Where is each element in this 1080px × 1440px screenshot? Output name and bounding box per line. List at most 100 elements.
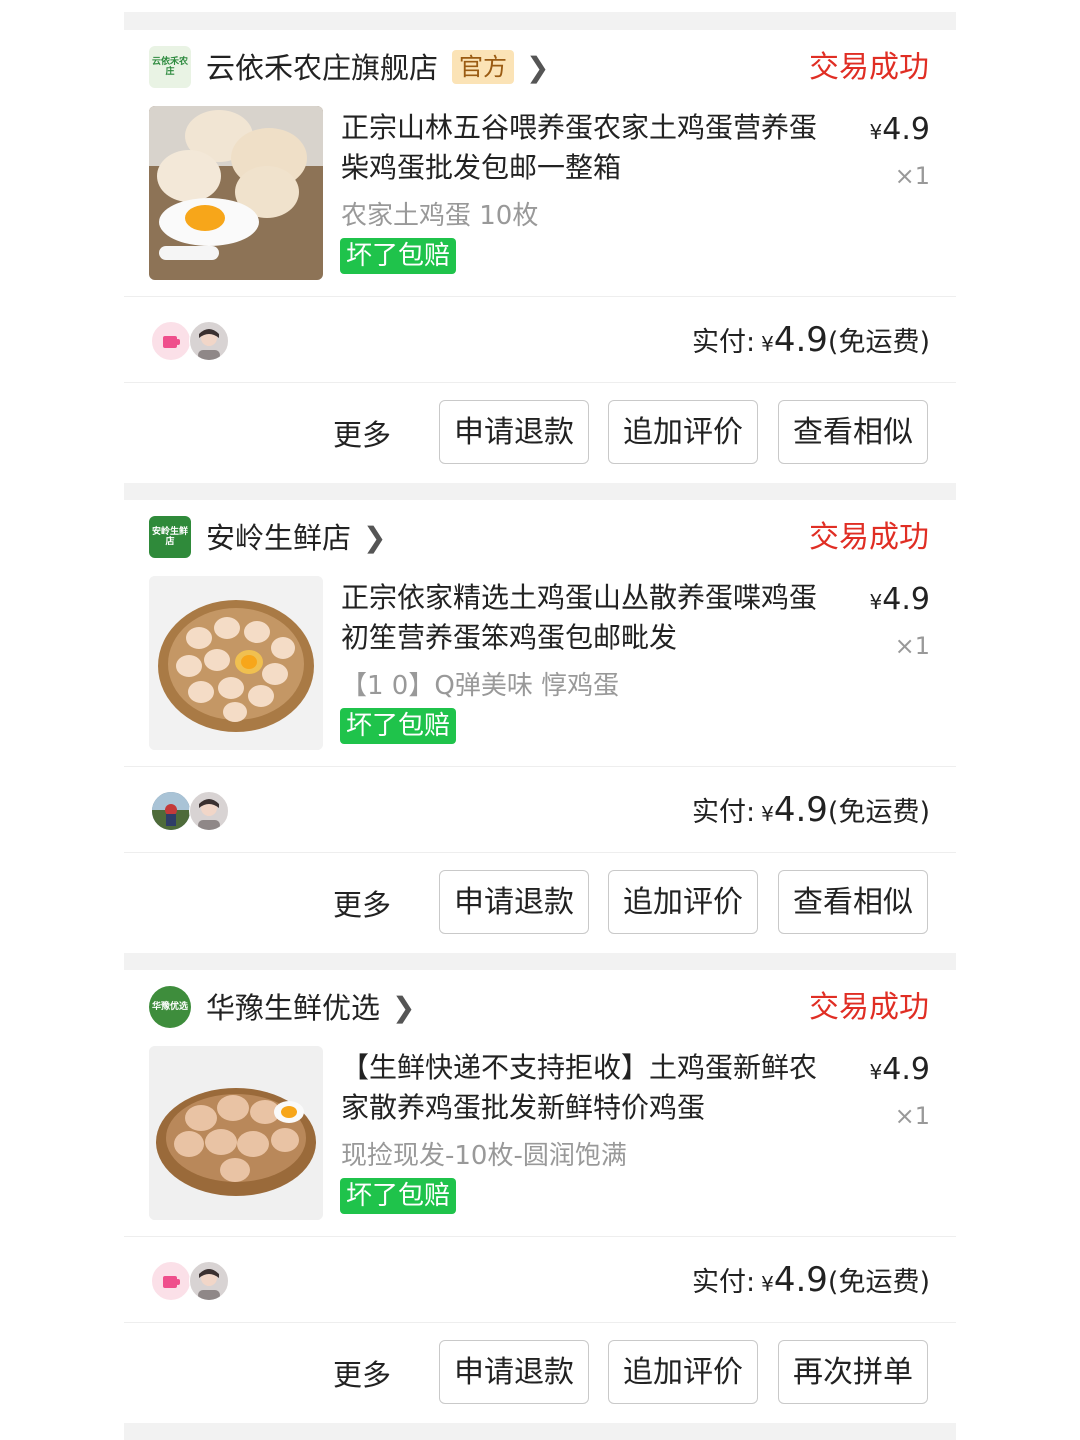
divider [124,852,956,853]
shop-name-link[interactable]: 华豫生鲜优选 ❯ [206,988,415,1028]
product-title[interactable]: 【生鲜快递不支持拒收】土鸡蛋新鲜农家散养鸡蛋批发新鲜特价鸡蛋 [341,1048,841,1128]
avatar [151,1261,191,1301]
group-avatars [151,791,231,831]
chevron-right-icon: ❯ [392,991,416,1024]
product-image[interactable] [149,576,323,750]
shop-logo-text: 安岭生鲜店 [151,527,188,547]
shop-header[interactable]: 云依禾农庄 云依禾农庄旗舰店 官方 ❯ 交易成功 [149,46,931,90]
section-gap [124,483,956,500]
user-avatar-icon [198,799,220,830]
chevron-right-icon: ❯ [526,51,550,84]
action-bar: 更多 申请退款 追加评价 查看相似 [124,870,956,936]
order-status: 交易成功 [809,50,929,85]
shipping-note: (免运费) [827,327,930,358]
unit-price: ¥4.9 [870,1052,930,1087]
paid-amount: 实付: ¥4.9(免运费) [692,316,930,368]
action-bar: 更多 申请退款 追加评价 查看相似 [124,400,956,466]
shop-logo-text: 华豫优选 [151,1002,188,1012]
product-title[interactable]: 正宗山林五谷喂养蛋农家土鸡蛋营养蛋柴鸡蛋批发包邮一整箱 [341,108,841,188]
divider [124,766,956,767]
unit-price: ¥4.9 [870,112,930,147]
refund-button[interactable]: 申请退款 [439,400,589,464]
paid-label: 实付: [692,797,756,828]
eggs-on-sack-image [149,106,323,280]
paid-value: 4.9 [773,320,828,360]
product-spec: 现捡现发-10枚-圆润饱满 [341,1141,627,1171]
shop-header[interactable]: 华豫优选 华豫生鲜优选 ❯ 交易成功 [149,986,931,1030]
user-avatar-icon [198,329,220,360]
more-button[interactable]: 更多 [333,882,391,924]
refund-button[interactable]: 申请退款 [439,1340,589,1404]
price-value: 4.9 [882,582,930,617]
product-spec: 农家土鸡蛋 10枚 [341,201,539,231]
user-avatar-icon [152,792,190,830]
product-title[interactable]: 正宗依家精选土鸡蛋山丛散养蛋喋鸡蛋初笙营养蛋笨鸡蛋包邮毗发 [341,578,841,658]
section-gap [124,953,956,970]
group-avatars [151,321,231,361]
view-similar-button[interactable]: 查看相似 [778,870,928,934]
shop-logo-text: 云依禾农庄 [151,57,188,77]
guarantee-badge: 坏了包赔 [340,1178,457,1214]
divider [124,296,956,297]
refund-button[interactable]: 申请退款 [439,870,589,934]
section-gap [124,12,956,30]
order-card[interactable]: 华豫优选 华豫生鲜优选 ❯ 交易成功 【生鲜快递不支持拒收】土鸡蛋新鲜农家散养鸡… [124,970,956,1440]
paid-amount: 实付: ¥4.9(免运费) [692,1256,930,1308]
shipping-note: (免运费) [827,797,930,828]
group-avatars [151,1261,231,1301]
paid-value: 4.9 [773,790,828,830]
order-status: 交易成功 [809,520,929,555]
currency-symbol: ¥ [869,1060,883,1084]
add-review-button[interactable]: 追加评价 [608,400,758,464]
view-similar-button[interactable]: 查看相似 [778,400,928,464]
product-spec: 【1 0】Q弹美味 惇鸡蛋 [341,671,620,701]
more-button[interactable]: 更多 [333,412,391,454]
action-bar: 更多 申请退款 追加评价 再次拼单 [124,1340,956,1406]
shop-name-link[interactable]: 安岭生鲜店 ❯ [206,518,386,558]
order-card[interactable]: 云依禾农庄 云依禾农庄旗舰店 官方 ❯ 交易成功 正宗山林五谷喂养蛋农家土鸡蛋营养蛋… [124,30,956,500]
egg-basket-image [149,576,323,750]
price-value: 4.9 [882,112,930,147]
currency-symbol: ¥ [869,590,883,614]
divider [124,382,956,383]
shop-name-link[interactable]: 云依禾农庄旗舰店 官方 ❯ [206,48,549,88]
divider [124,1322,956,1323]
shop-name: 华豫生鲜优选 [206,991,381,1025]
guarantee-badge: 坏了包赔 [340,238,457,274]
official-badge: 官方 [452,50,515,84]
quantity: ×1 [894,632,930,660]
shipping-note: (免运费) [827,1267,930,1298]
order-status: 交易成功 [809,990,929,1025]
guarantee-badge: 坏了包赔 [340,708,457,744]
add-review-button[interactable]: 追加评价 [608,1340,758,1404]
shop-logo[interactable]: 云依禾农庄 [149,46,191,88]
product-image[interactable] [149,1046,323,1220]
chevron-right-icon: ❯ [363,521,387,554]
order-card[interactable]: 安岭生鲜店 安岭生鲜店 ❯ 交易成功 正宗依家精选土鸡蛋山丛散养蛋喋鸡蛋初笙营养… [124,500,956,970]
divider [124,1236,956,1237]
shop-header[interactable]: 安岭生鲜店 安岭生鲜店 ❯ 交易成功 [149,516,931,560]
currency-symbol: ¥ [761,332,774,356]
unit-price: ¥4.9 [870,582,930,617]
reorder-button[interactable]: 再次拼单 [778,1340,928,1404]
shop-name: 云依禾农庄旗舰店 [206,51,439,85]
currency-symbol: ¥ [761,802,774,826]
egg-basket-image [149,1046,323,1220]
order-list: 云依禾农庄 云依禾农庄旗舰店 官方 ❯ 交易成功 正宗山林五谷喂养蛋农家土鸡蛋营养蛋… [0,0,1080,1440]
add-review-button[interactable]: 追加评价 [608,870,758,934]
section-gap [124,1423,956,1440]
paid-value: 4.9 [773,1260,828,1300]
avatar [189,791,229,831]
price-value: 4.9 [882,1052,930,1087]
avatar [189,321,229,361]
paid-amount: 实付: ¥4.9(免运费) [692,786,930,838]
shop-logo[interactable]: 华豫优选 [149,986,191,1028]
quantity: ×1 [894,1102,930,1130]
cup-avatar-icon [163,1276,180,1288]
more-button[interactable]: 更多 [333,1352,391,1394]
product-image[interactable] [149,106,323,280]
avatar [151,321,191,361]
shop-logo[interactable]: 安岭生鲜店 [149,516,191,558]
user-avatar-icon [198,1269,220,1300]
currency-symbol: ¥ [869,120,883,144]
